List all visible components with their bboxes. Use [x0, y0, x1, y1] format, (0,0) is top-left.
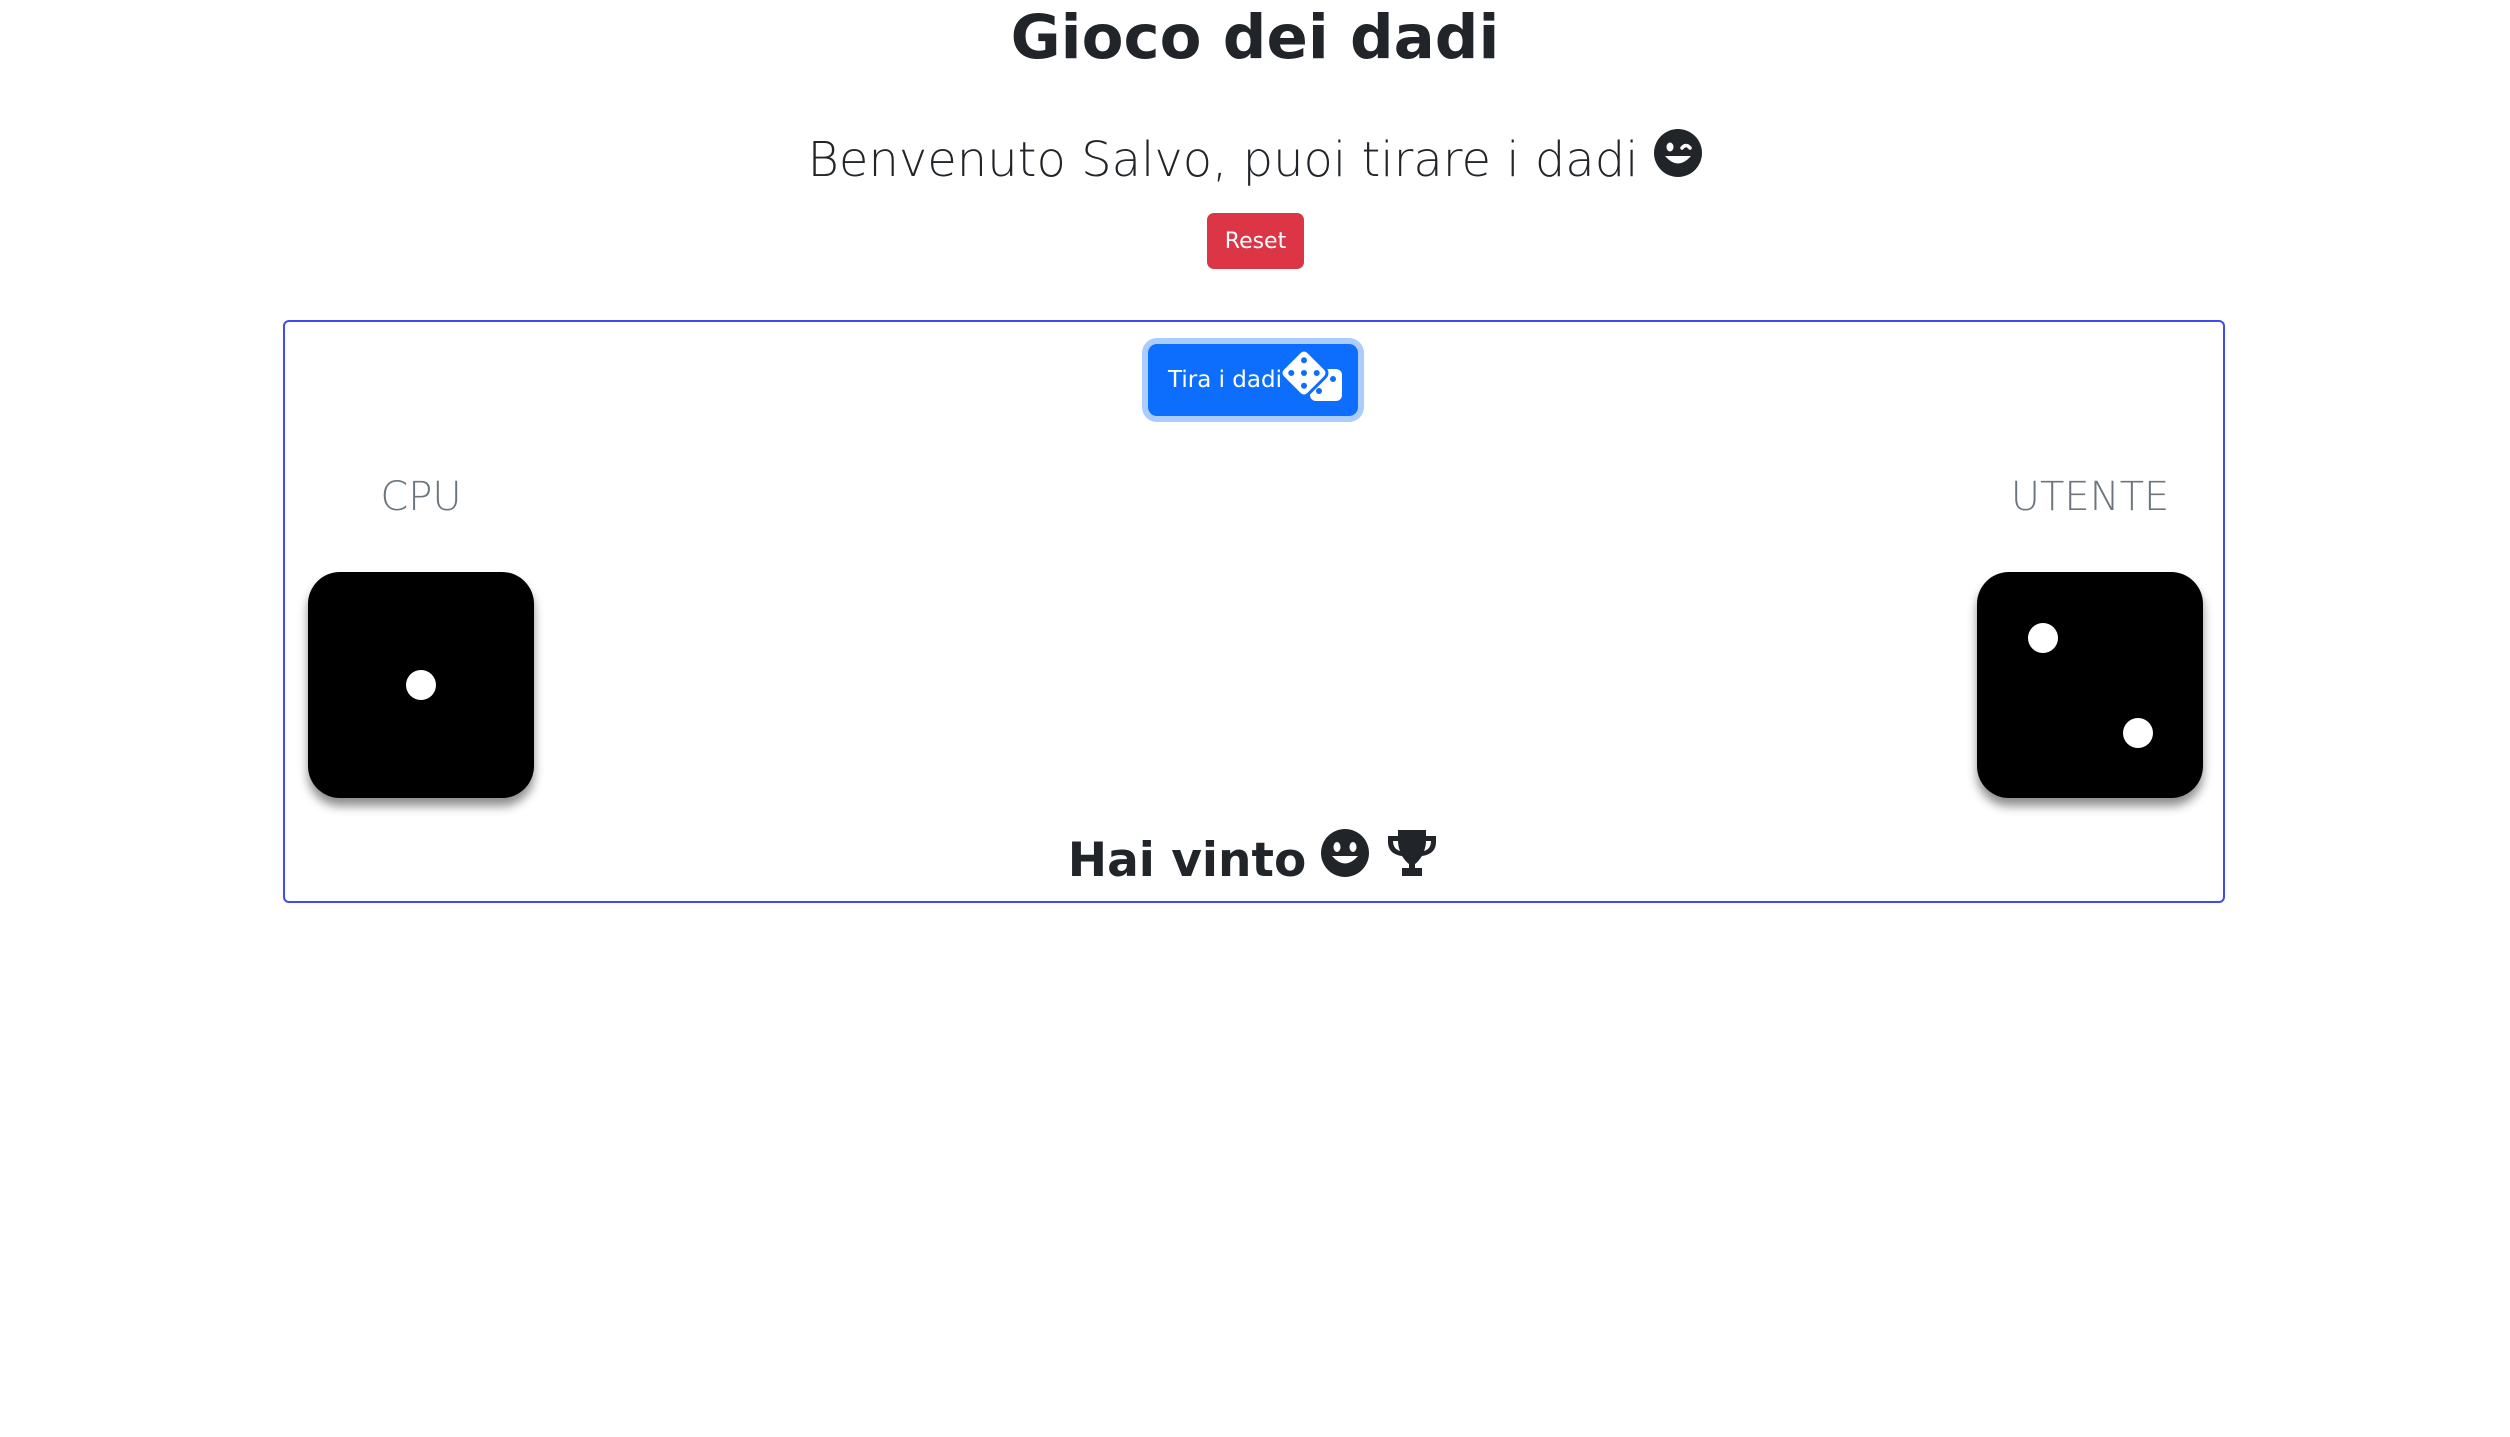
result-text: Hai vinto [1067, 832, 1307, 888]
user-label: UTENTE [2010, 474, 2170, 520]
game-board: Tira i dadi CPU UTENTE Hai vinto [283, 320, 2225, 903]
result-message: Hai vinto [285, 828, 2223, 893]
reset-button[interactable]: Reset [1207, 213, 1304, 269]
smile-icon [1320, 828, 1370, 893]
cpu-label: CPU [380, 474, 462, 520]
trophy-icon [1384, 828, 1440, 893]
die-pip [2028, 623, 2058, 653]
roll-dice-label: Tira i dadi [1168, 367, 1282, 393]
cpu-die [308, 572, 534, 798]
user-die [1977, 572, 2203, 798]
roll-dice-button[interactable]: Tira i dadi [1148, 344, 1358, 416]
page: Gioco dei dadi Benvenuto Salvo, puoi tir… [0, 0, 2510, 1437]
page-title: Gioco dei dadi [1010, 2, 1500, 73]
dice-icon [1279, 348, 1346, 409]
die-pip [2123, 718, 2153, 748]
wink-smile-icon [1653, 128, 1703, 192]
welcome-text: Benvenuto Salvo, puoi tirare i dadi [807, 132, 1639, 188]
die-pip [406, 670, 436, 700]
welcome-message: Benvenuto Salvo, puoi tirare i dadi [0, 128, 2510, 192]
